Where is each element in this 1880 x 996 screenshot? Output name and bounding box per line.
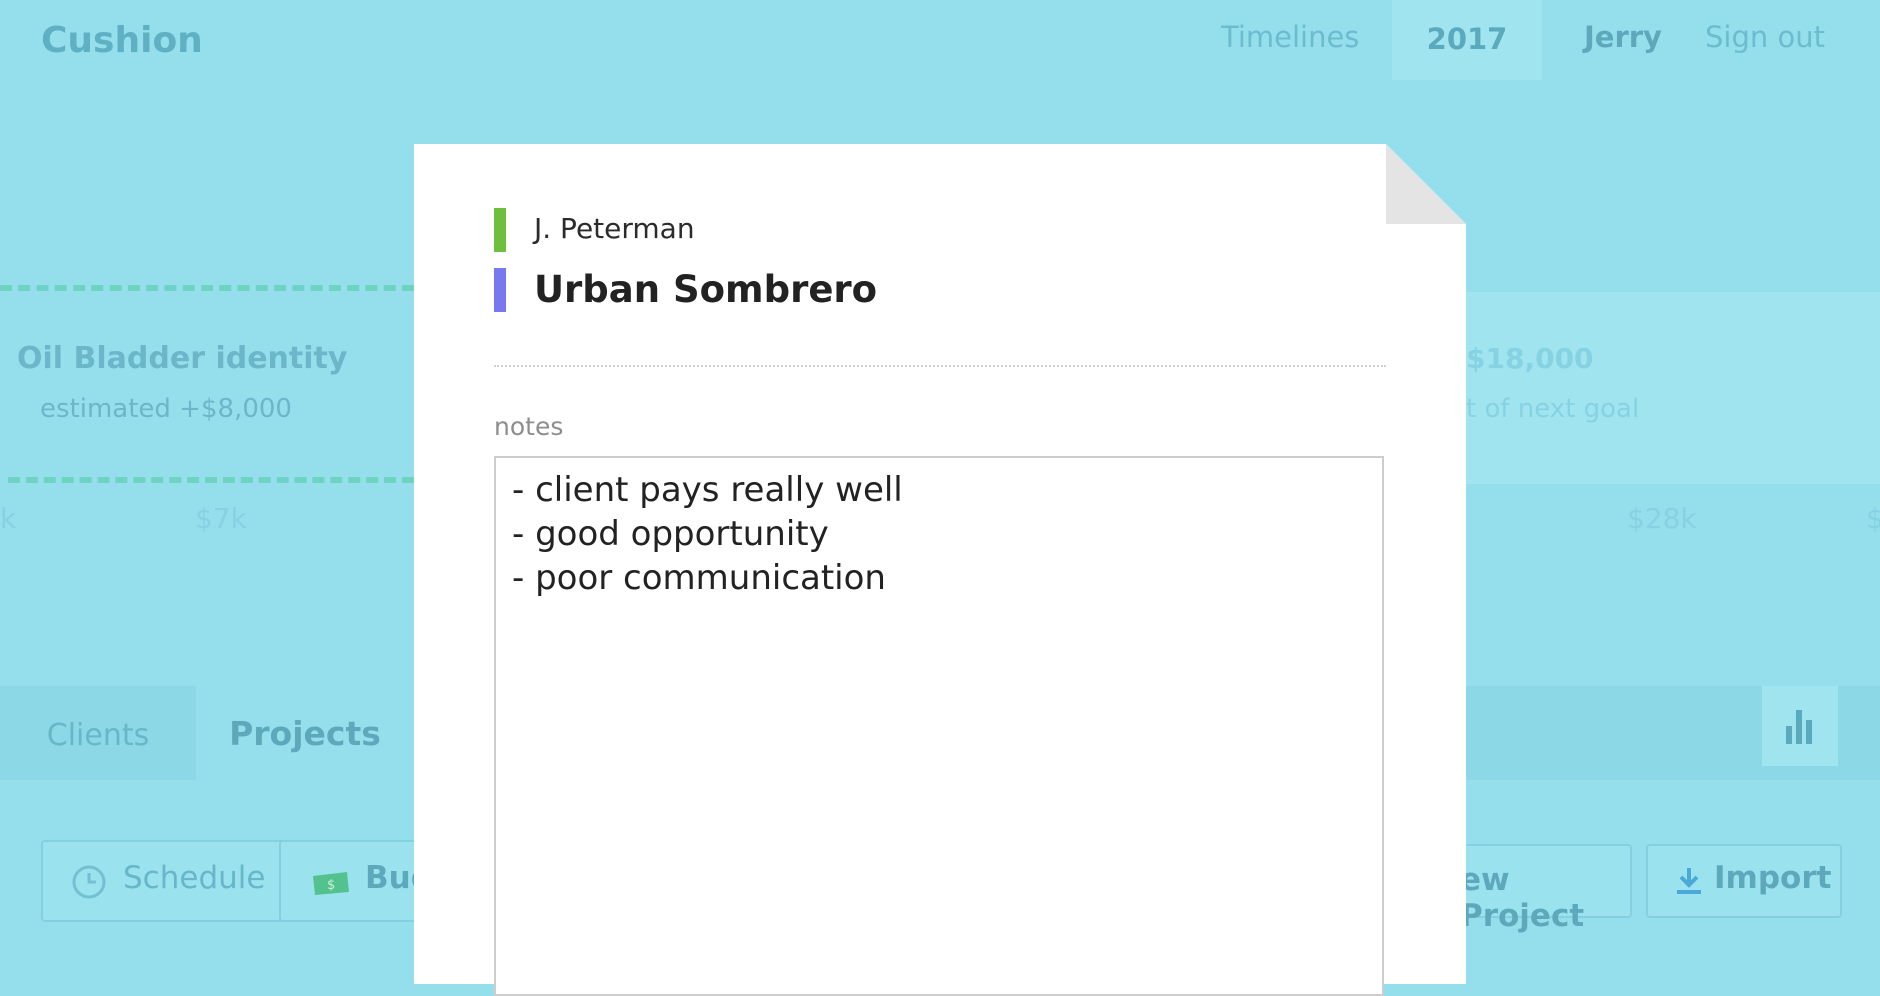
tab-clients[interactable]: Clients <box>0 686 196 780</box>
notes-line: - poor communication <box>512 558 886 598</box>
axis-label-28k: $28k <box>1627 502 1697 535</box>
notes-line: - client pays really well <box>512 470 903 510</box>
project-bar-estimate: estimated +$8,000 <box>40 394 292 424</box>
project-bar-title[interactable]: Oil Bladder identity <box>17 341 347 376</box>
schedule-label: Schedule <box>123 860 266 896</box>
goal-dashed-line-top <box>0 285 414 291</box>
new-project-label: ew Project <box>1460 862 1585 934</box>
import-label: Import <box>1714 860 1832 896</box>
nav-year-label: 2017 <box>1426 22 1508 56</box>
client-name[interactable]: J. Peterman <box>534 212 695 245</box>
money-icon: $ <box>313 872 349 895</box>
nav-sign-out[interactable]: Sign out <box>1705 20 1825 54</box>
goal-amount: $18,000 <box>1466 342 1594 375</box>
page-fold-corner <box>1386 144 1466 224</box>
nav-timelines[interactable]: Timelines <box>1221 20 1359 54</box>
bar-chart-icon <box>1786 710 1812 744</box>
schedule-button[interactable]: Schedule <box>41 840 285 922</box>
goal-panel <box>1464 292 1880 484</box>
notes-textarea[interactable]: - client pays really well - good opportu… <box>494 456 1384 996</box>
app-logo[interactable]: Cushion <box>41 20 203 61</box>
project-color-stripe <box>494 268 506 312</box>
tab-projects-label: Projects <box>229 714 381 753</box>
nav-year-2017[interactable]: 2017 <box>1392 0 1542 80</box>
goal-dashed-line-bottom <box>8 477 414 483</box>
nav-user[interactable]: Jerry <box>1584 20 1662 54</box>
axis-label-7k: $7k <box>195 502 247 535</box>
notes-line: - good opportunity <box>512 514 829 554</box>
axis-label-left-edge: k <box>0 502 17 535</box>
clock-icon <box>72 865 106 899</box>
divider <box>494 365 1386 367</box>
project-name[interactable]: Urban Sombrero <box>534 268 877 311</box>
goal-subtitle: t of next goal <box>1466 394 1640 424</box>
svg-text:$: $ <box>327 878 335 893</box>
budget-button[interactable]: $ Bud <box>279 840 433 922</box>
client-color-stripe <box>494 208 506 252</box>
tab-projects[interactable]: Projects <box>196 686 414 780</box>
download-icon <box>1677 868 1701 894</box>
tab-clients-label: Clients <box>46 718 150 753</box>
axis-label-right-edge: $ <box>1866 502 1880 535</box>
chart-toggle-button[interactable] <box>1762 686 1838 766</box>
import-button[interactable]: Import <box>1646 844 1842 918</box>
notes-label: notes <box>494 412 564 441</box>
